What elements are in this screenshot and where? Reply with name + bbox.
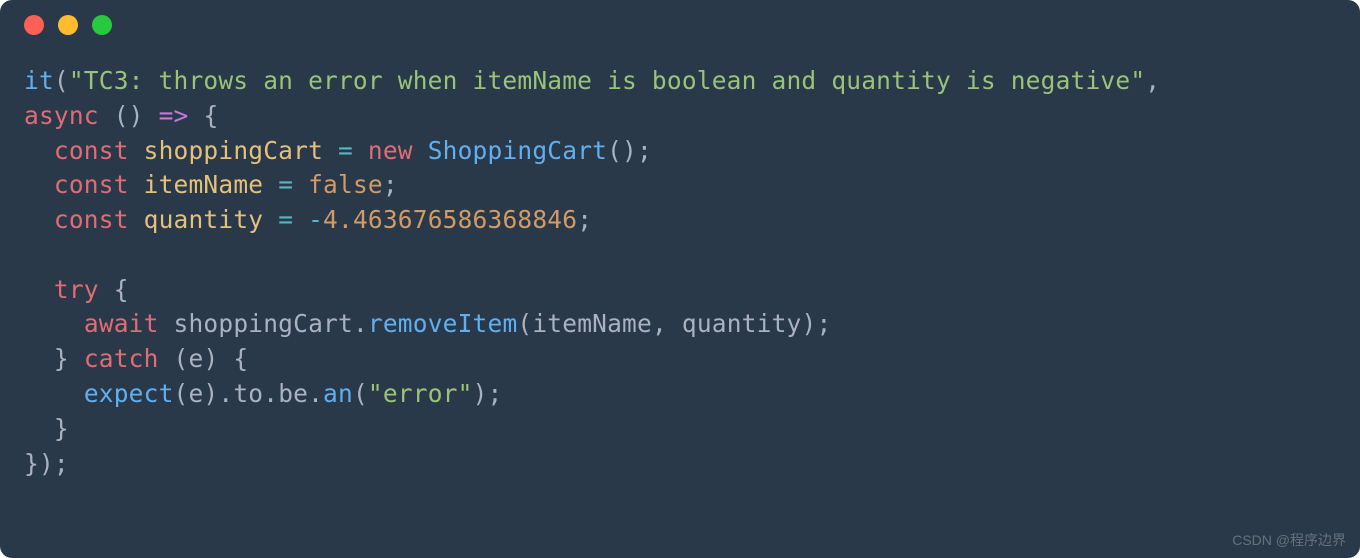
- minimize-icon[interactable]: [58, 15, 78, 35]
- code-token: async: [24, 101, 99, 130]
- code-token: ): [39, 449, 54, 478]
- code-token: const: [54, 136, 129, 165]
- code-token: const: [54, 170, 129, 199]
- code-token: [24, 275, 54, 304]
- code-token: removeItem: [368, 309, 518, 338]
- window-titlebar: [0, 0, 1360, 50]
- code-token: [263, 170, 278, 199]
- code-token: [24, 205, 54, 234]
- code-token: .: [308, 379, 323, 408]
- code-token: [129, 136, 144, 165]
- code-token: "error": [368, 379, 473, 408]
- code-token: [129, 205, 144, 234]
- code-token: ,: [652, 309, 682, 338]
- code-token: e: [188, 379, 203, 408]
- code-token: 4.463676586368846: [323, 205, 577, 234]
- code-token: catch: [84, 344, 159, 373]
- code-token: "TC3: throws an error when itemName is b…: [69, 66, 1145, 95]
- code-token: [218, 344, 233, 373]
- code-token: ,: [1145, 66, 1160, 95]
- watermark: CSDN @程序边界: [1232, 530, 1346, 550]
- code-token: ShoppingCart: [428, 136, 607, 165]
- code-token: [263, 205, 278, 234]
- code-token: [144, 101, 159, 130]
- code-token: shoppingCart: [144, 136, 323, 165]
- code-token: itemName: [144, 170, 264, 199]
- code-token: [69, 344, 84, 373]
- code-block: it("TC3: throws an error when itemName i…: [0, 50, 1360, 505]
- code-token: }: [54, 414, 69, 443]
- code-token: (: [517, 309, 532, 338]
- code-token: [24, 414, 54, 443]
- code-token: [24, 379, 84, 408]
- code-token: [24, 170, 54, 199]
- code-token: ;: [816, 309, 831, 338]
- code-token: expect: [84, 379, 174, 408]
- code-token: [129, 170, 144, 199]
- code-token: (): [607, 136, 637, 165]
- code-token: try: [54, 275, 99, 304]
- code-token: {: [233, 344, 248, 373]
- code-token: [99, 275, 114, 304]
- code-token: shoppingCart: [174, 309, 353, 338]
- code-token: itemName: [532, 309, 652, 338]
- code-window: it("TC3: throws an error when itemName i…: [0, 0, 1360, 558]
- code-token: (: [174, 379, 189, 408]
- code-token: e: [188, 344, 203, 373]
- code-token: [353, 136, 368, 165]
- code-token: .: [353, 309, 368, 338]
- code-token: [293, 205, 308, 234]
- code-token: ;: [637, 136, 652, 165]
- code-token: .: [263, 379, 278, 408]
- code-token: be: [278, 379, 308, 408]
- code-token: ;: [383, 170, 398, 199]
- code-token: [323, 136, 338, 165]
- code-token: an: [323, 379, 353, 408]
- code-token: =>: [159, 101, 189, 130]
- code-token: quantity: [682, 309, 802, 338]
- code-token: ): [203, 379, 218, 408]
- code-token: [188, 101, 203, 130]
- code-token: to: [233, 379, 263, 408]
- code-token: quantity: [144, 205, 264, 234]
- code-token: it: [24, 66, 54, 95]
- maximize-icon[interactable]: [92, 15, 112, 35]
- code-token: [159, 344, 174, 373]
- code-token: ): [801, 309, 816, 338]
- code-token: new: [368, 136, 413, 165]
- code-token: (: [353, 379, 368, 408]
- code-token: ;: [488, 379, 503, 408]
- code-token: [24, 136, 54, 165]
- code-token: (: [174, 344, 189, 373]
- code-token: await: [84, 309, 159, 338]
- code-token: -: [308, 205, 323, 234]
- code-token: }: [54, 344, 69, 373]
- code-token: [99, 101, 114, 130]
- code-token: .: [218, 379, 233, 408]
- code-token: (): [114, 101, 144, 130]
- code-token: [293, 170, 308, 199]
- code-token: ): [203, 344, 218, 373]
- code-token: ): [473, 379, 488, 408]
- code-token: (: [54, 66, 69, 95]
- code-token: const: [54, 205, 129, 234]
- code-token: [159, 309, 174, 338]
- close-icon[interactable]: [24, 15, 44, 35]
- code-token: {: [114, 275, 129, 304]
- code-token: [24, 344, 54, 373]
- code-token: ;: [577, 205, 592, 234]
- code-token: =: [278, 170, 293, 199]
- code-token: =: [338, 136, 353, 165]
- code-token: }: [24, 449, 39, 478]
- code-token: false: [308, 170, 383, 199]
- code-token: [24, 309, 84, 338]
- code-token: {: [203, 101, 218, 130]
- code-token: [413, 136, 428, 165]
- code-token: ;: [54, 449, 69, 478]
- code-token: =: [278, 205, 293, 234]
